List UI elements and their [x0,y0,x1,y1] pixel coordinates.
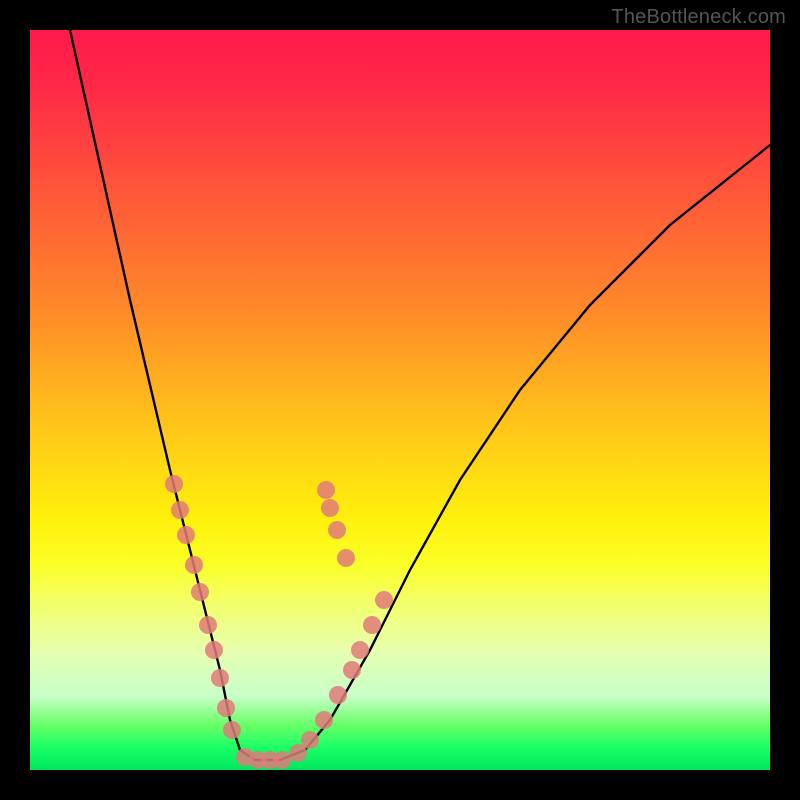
marker-dot [328,521,346,539]
marker-dot [191,583,209,601]
marker-dot [375,591,393,609]
outer-frame: TheBottleneck.com [0,0,800,800]
marker-dot [273,751,291,769]
marker-dot [223,721,241,739]
marker-dot [177,526,195,544]
curve-path [70,30,770,760]
marker-dot [337,549,355,567]
watermark-text: TheBottleneck.com [611,6,786,29]
marker-dot [321,499,339,517]
marker-dot [217,699,235,717]
marker-dot [301,731,319,749]
marker-dot [363,616,381,634]
marker-dot [351,641,369,659]
plot-area [30,30,770,770]
marker-dot [329,686,347,704]
curve-svg [30,30,770,770]
marker-dot [205,641,223,659]
marker-dot [185,556,203,574]
marker-dot [211,669,229,687]
bottleneck-curve [70,30,770,760]
marker-dot [315,711,333,729]
marker-dot [171,501,189,519]
marker-dot [199,616,217,634]
marker-dot [317,481,335,499]
marker-dot [343,661,361,679]
highlighted-points [165,475,393,769]
marker-dot [165,475,183,493]
